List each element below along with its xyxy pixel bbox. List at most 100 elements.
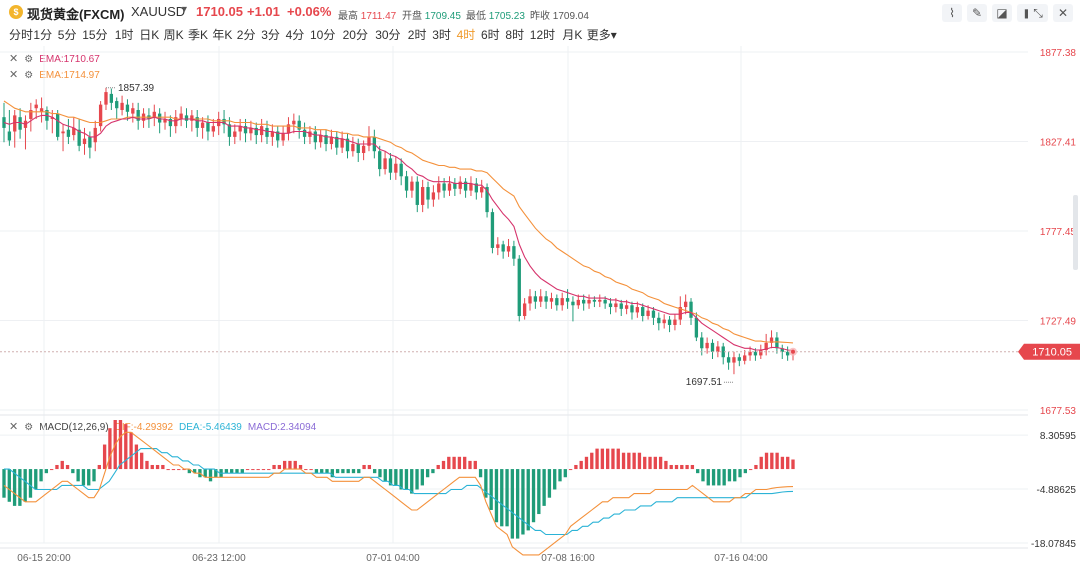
candle-body [759, 350, 763, 356]
candle [120, 95, 124, 116]
candle-body [490, 212, 495, 248]
macd-bar [55, 464, 59, 470]
price-tick-label: 1777.45 [1040, 227, 1077, 238]
macd-bar [129, 432, 133, 470]
candle-body [480, 187, 484, 193]
low-annotation: 1697.51 [686, 377, 723, 388]
candle [737, 353, 741, 367]
candle [23, 115, 28, 150]
time-tick-label: 07-08 16:00 [541, 553, 595, 564]
macd-bar [590, 452, 594, 470]
macd-bar [378, 469, 382, 478]
candle-body [442, 183, 446, 191]
candle-body [7, 131, 12, 141]
candle-body [399, 163, 403, 177]
candle [453, 178, 457, 196]
candle [705, 337, 709, 354]
macd-bar [611, 448, 615, 470]
candle [61, 124, 65, 152]
candle-body [544, 296, 548, 302]
macd-bar [76, 469, 80, 482]
macd-bar [224, 469, 229, 474]
macd-bar [415, 469, 419, 490]
candle-body [82, 138, 87, 145]
macd-bar [87, 469, 91, 486]
candle-body [313, 131, 317, 143]
macd-bar [272, 464, 276, 470]
macd-bar [748, 469, 753, 471]
macd-bar [738, 469, 742, 478]
candle-body [281, 133, 285, 141]
candle-body [34, 104, 38, 109]
macd-bar [335, 469, 340, 474]
candle-body [131, 108, 135, 114]
macd-bar [394, 469, 398, 486]
macd-bar [134, 444, 139, 470]
candle-body [555, 298, 559, 306]
candle-body [115, 101, 119, 109]
macd-bar [367, 464, 372, 470]
macd-tick-label: -18.07845 [1031, 539, 1076, 550]
macd-bar [579, 460, 583, 470]
price-tick-label: 1877.38 [1040, 48, 1077, 59]
candle [7, 110, 12, 146]
macd-bar [267, 469, 271, 471]
candle [447, 176, 452, 196]
candle-body [689, 301, 693, 318]
candle [726, 351, 731, 370]
candle-body [426, 187, 430, 200]
candle [335, 131, 339, 155]
macd-bar [44, 469, 49, 474]
macd-bar [478, 469, 483, 478]
candle [179, 106, 183, 127]
candle-body [404, 176, 409, 191]
candle-body [356, 144, 360, 153]
candle [254, 122, 258, 145]
macd-bar [240, 469, 244, 474]
macd-bar [320, 469, 324, 474]
time-tick-label: 07-01 04:00 [366, 553, 420, 564]
candle-body [587, 299, 591, 304]
candle [281, 126, 285, 146]
candle [249, 120, 253, 141]
macd-bar [441, 460, 446, 470]
macd-bar [39, 469, 43, 482]
candle [157, 108, 162, 134]
candle-body [104, 92, 108, 105]
macd-bar [208, 469, 213, 482]
candle-body [206, 122, 210, 132]
macd-bar [97, 464, 101, 470]
macd-bar [251, 469, 255, 471]
macd-bar [473, 460, 477, 470]
candle [190, 110, 194, 132]
macd-bar [383, 469, 387, 482]
price-chart[interactable]: 1877.38 1827.41 1777.45 1727.49 1677.53 8.305… [0, 0, 1080, 567]
candle [549, 292, 554, 309]
macd-bar [92, 469, 96, 482]
candle [367, 126, 371, 152]
macd-bar [431, 469, 435, 474]
macd-bar [722, 469, 726, 486]
macd-tick-label: -4.88625 [1037, 485, 1077, 496]
candle [657, 312, 661, 331]
candle-body [565, 298, 570, 302]
macd-bar [531, 469, 536, 523]
candle [517, 255, 521, 322]
candle-body [748, 351, 752, 356]
macd-bar [2, 469, 6, 498]
macd-bar [452, 456, 456, 470]
candle [174, 110, 178, 134]
candle [399, 158, 403, 186]
macd-bar [235, 469, 239, 474]
candle-body [705, 342, 709, 349]
candle-body [603, 299, 607, 304]
candle-body [683, 301, 688, 308]
macd-bar [420, 469, 424, 486]
candle [490, 208, 495, 254]
price-tick-label: 1827.41 [1040, 138, 1077, 149]
macd-bar [717, 469, 721, 486]
candle-body [88, 136, 92, 148]
candle [302, 122, 307, 145]
macd-bar [489, 469, 493, 510]
candle-body [184, 115, 189, 121]
